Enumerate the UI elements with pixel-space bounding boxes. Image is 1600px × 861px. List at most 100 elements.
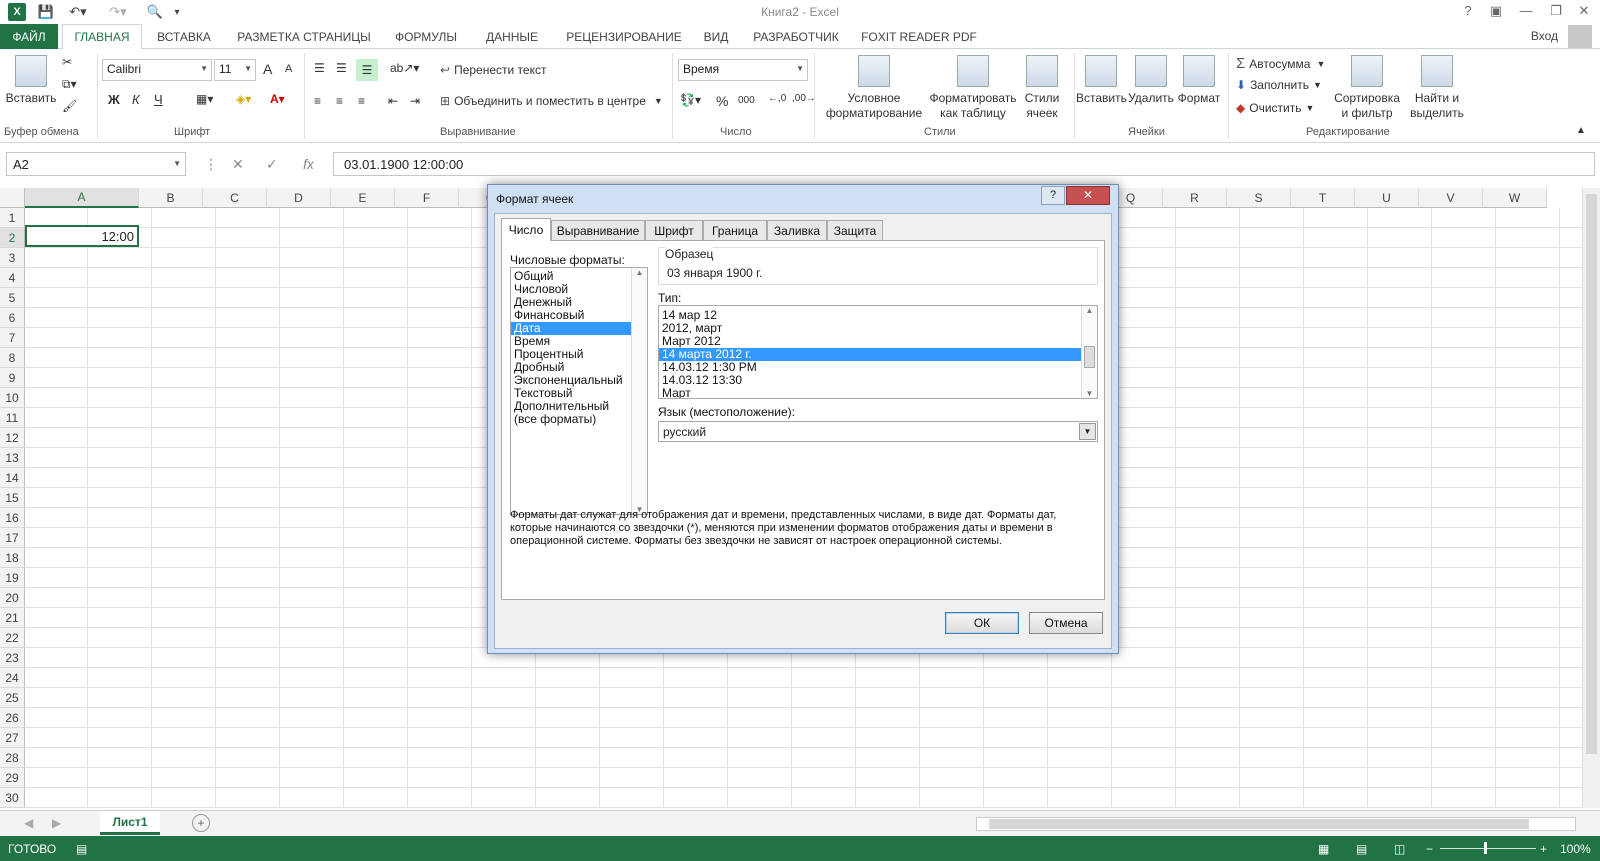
- scroll-up-icon[interactable]: ▲: [1082, 306, 1097, 315]
- clear-button[interactable]: ◆ Очистить ▼: [1236, 101, 1314, 115]
- confirm-entry-icon[interactable]: ✓: [266, 156, 278, 173]
- tab-view[interactable]: ВИД: [696, 24, 736, 49]
- bold-button[interactable]: Ж: [108, 92, 120, 107]
- find-select-button[interactable]: Найти и выделить: [1404, 55, 1470, 121]
- horizontal-scrollbar[interactable]: [976, 817, 1576, 831]
- scroll-thumb[interactable]: [1586, 194, 1597, 754]
- tab-developer[interactable]: РАЗРАБОТЧИК: [744, 24, 848, 49]
- scroll-up-icon[interactable]: ▲: [632, 268, 647, 277]
- row-header[interactable]: 10: [0, 388, 25, 408]
- scroll-thumb[interactable]: [1084, 346, 1095, 368]
- category-item[interactable]: (все форматы): [511, 413, 647, 426]
- align-right-icon[interactable]: ≡: [358, 94, 365, 108]
- row-header[interactable]: 21: [0, 608, 25, 628]
- dialog-tab-protection[interactable]: Защита: [827, 220, 883, 240]
- paste-button[interactable]: Вставить: [4, 55, 58, 106]
- prev-sheet-icon[interactable]: ◀: [24, 816, 33, 830]
- copy-icon[interactable]: ⧉▾: [62, 77, 77, 92]
- dialog-tab-border[interactable]: Граница: [703, 220, 767, 240]
- row-header[interactable]: 12: [0, 428, 25, 448]
- row-header[interactable]: 4: [0, 268, 25, 288]
- dialog-close-button[interactable]: ✕: [1066, 186, 1110, 205]
- zoom-out-icon[interactable]: −: [1426, 842, 1433, 856]
- sheet-tab-1[interactable]: Лист1: [100, 811, 160, 835]
- close-icon[interactable]: ✕: [1572, 3, 1596, 21]
- categories-scrollbar[interactable]: ▲ ▼: [631, 268, 647, 514]
- formula-input[interactable]: 03.01.1900 12:00:00: [333, 152, 1595, 176]
- column-header[interactable]: S: [1227, 188, 1291, 208]
- page-break-view-icon[interactable]: ◫: [1394, 842, 1405, 856]
- row-header[interactable]: 15: [0, 488, 25, 508]
- column-header[interactable]: R: [1163, 188, 1227, 208]
- cell-styles-button[interactable]: Стили ячеек: [1018, 55, 1066, 121]
- percent-button[interactable]: %: [716, 93, 728, 109]
- tab-insert[interactable]: ВСТАВКА: [146, 24, 222, 49]
- tab-review[interactable]: РЕЦЕНЗИРОВАНИЕ: [556, 24, 692, 49]
- insert-cells-button[interactable]: Вставить: [1076, 55, 1127, 106]
- column-header[interactable]: F: [395, 188, 459, 208]
- row-header[interactable]: 16: [0, 508, 25, 528]
- row-header[interactable]: 22: [0, 628, 25, 648]
- currency-icon[interactable]: 💱▾: [680, 93, 701, 107]
- orientation-icon[interactable]: ab↗▾: [390, 61, 419, 75]
- cancel-button[interactable]: Отмена: [1029, 612, 1103, 634]
- wrap-text-button[interactable]: ↩ Перенести текст: [440, 63, 546, 77]
- ok-button[interactable]: ОК: [945, 612, 1019, 634]
- categories-list[interactable]: Общий Числовой Денежный Финансовый Дата Время…: [510, 267, 648, 515]
- align-middle-icon[interactable]: ☰: [336, 61, 347, 75]
- underline-button[interactable]: Ч: [154, 92, 163, 107]
- decrease-indent-icon[interactable]: ⇤: [388, 94, 398, 108]
- chevron-down-icon[interactable]: ▼: [1079, 423, 1096, 440]
- borders-icon[interactable]: ▦▾: [196, 92, 213, 106]
- type-item[interactable]: 14.03.12 13:30: [659, 374, 1097, 387]
- select-all-corner[interactable]: [0, 188, 25, 208]
- shrink-font-button[interactable]: A: [285, 63, 292, 75]
- row-header[interactable]: 26: [0, 708, 25, 728]
- row-header[interactable]: 13: [0, 448, 25, 468]
- ribbon-display-icon[interactable]: ▣: [1484, 3, 1508, 21]
- row-header[interactable]: 3: [0, 248, 25, 268]
- column-header[interactable]: W: [1483, 188, 1547, 208]
- delete-cells-button[interactable]: Удалить: [1126, 55, 1176, 106]
- vertical-scrollbar[interactable]: [1582, 188, 1600, 808]
- number-format-combo[interactable]: Время ▼: [678, 59, 808, 81]
- row-header[interactable]: 9: [0, 368, 25, 388]
- zoom-level[interactable]: 100%: [1560, 842, 1591, 856]
- merge-center-button[interactable]: ⊞ Объединить и поместить в центре ▼: [440, 94, 663, 108]
- type-item[interactable]: 2012, март: [659, 322, 1097, 335]
- help-icon[interactable]: ?: [1456, 3, 1480, 21]
- column-header[interactable]: B: [139, 188, 203, 208]
- maximize-icon[interactable]: ❐: [1544, 3, 1568, 21]
- selected-cell-a2[interactable]: 12:00: [25, 225, 139, 247]
- column-header[interactable]: A: [25, 188, 139, 208]
- format-painter-icon[interactable]: 🖌: [62, 99, 77, 113]
- row-header[interactable]: 7: [0, 328, 25, 348]
- row-header[interactable]: 19: [0, 568, 25, 588]
- dialog-tab-alignment[interactable]: Выравнивание: [551, 220, 645, 240]
- row-header[interactable]: 11: [0, 408, 25, 428]
- row-header[interactable]: 30: [0, 788, 25, 808]
- row-header[interactable]: 18: [0, 548, 25, 568]
- dialog-tab-font[interactable]: Шрифт: [645, 220, 703, 240]
- type-item[interactable]: Март: [659, 387, 1097, 399]
- italic-button[interactable]: К: [132, 92, 140, 107]
- format-as-table-button[interactable]: Форматировать как таблицу: [928, 55, 1018, 121]
- tab-file[interactable]: ФАЙЛ: [0, 24, 58, 49]
- tab-page-layout[interactable]: РАЗМЕТКА СТРАНИЦЫ: [228, 24, 380, 49]
- align-top-icon[interactable]: ☰: [314, 61, 325, 75]
- collapse-ribbon-icon[interactable]: ▲: [1576, 125, 1586, 136]
- autosum-button[interactable]: Σ Автосумма ▼: [1236, 55, 1325, 72]
- column-header[interactable]: E: [331, 188, 395, 208]
- next-sheet-icon[interactable]: ▶: [52, 816, 61, 830]
- align-left-icon[interactable]: ≡: [314, 94, 321, 108]
- font-size-combo[interactable]: 11 ▼: [214, 59, 256, 81]
- font-name-combo[interactable]: Calibri ▼: [102, 59, 212, 81]
- thousands-button[interactable]: 000: [738, 95, 755, 106]
- minimize-icon[interactable]: —: [1514, 3, 1538, 21]
- zoom-in-icon[interactable]: +: [1540, 842, 1547, 856]
- fill-color-icon[interactable]: ◈▾: [236, 92, 251, 106]
- decrease-decimal-icon[interactable]: ,00→: [792, 93, 816, 104]
- align-bottom-icon[interactable]: ☰: [356, 59, 378, 81]
- macro-record-icon[interactable]: ▤: [76, 842, 87, 856]
- increase-indent-icon[interactable]: ⇥: [410, 94, 420, 108]
